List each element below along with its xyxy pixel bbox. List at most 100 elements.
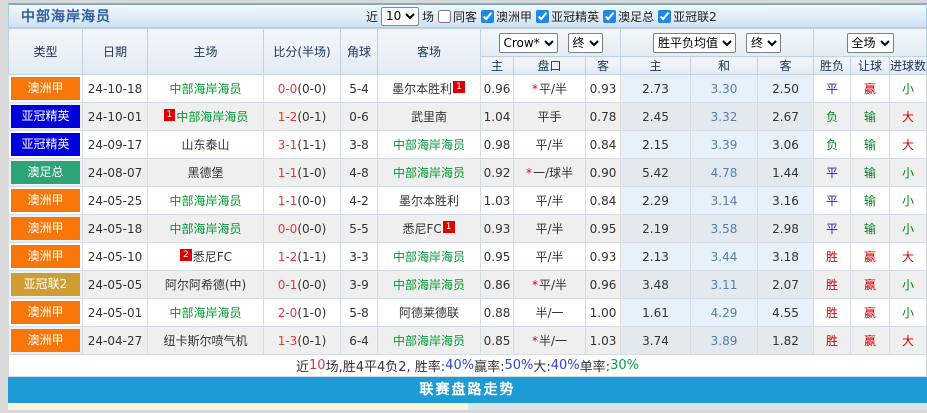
table-row: 澳洲甲24-05-25中部海岸海员1-1(0-0)4-2墨尔本胜利1.03平/半…: [9, 187, 927, 215]
away-team: 中部海岸海员: [378, 243, 481, 271]
rank-badge: 1: [164, 109, 176, 121]
league-handicap-trend-button[interactable]: 联赛盘路走势: [8, 377, 927, 403]
avg-odds-select[interactable]: 胜平负均值: [653, 33, 736, 53]
handicap-star: *: [532, 82, 538, 96]
team-name: 中部海岸海员: [393, 334, 465, 348]
ah-home-odds: 0.86: [481, 271, 514, 299]
filter-label-3: 亚冠联2: [673, 8, 717, 25]
corner-score: 4-2: [341, 187, 378, 215]
col-result: 胜负: [814, 57, 851, 75]
team-name: 中部海岸海员: [393, 166, 465, 180]
avg-final-select[interactable]: 终: [746, 33, 781, 53]
filter-checkbox-1[interactable]: [536, 10, 549, 23]
handicap-star: *: [532, 334, 538, 348]
table-row: 澳洲甲24-05-18中部海岸海员0-0(0-0)5-5悉尼FC10.93平/半…: [9, 215, 927, 243]
table-row: 澳洲甲24-05-102悉尼FC1-2(1-1)3-3中部海岸海员0.95平/半…: [9, 243, 927, 271]
eu-home-odds: 2.19: [621, 215, 691, 243]
goals-badge: 大: [890, 131, 927, 159]
eu-draw-odds: 4.78: [691, 159, 758, 187]
away-team: 中部海岸海员: [378, 159, 481, 187]
league-badge: 澳足总: [9, 159, 83, 187]
result-badge: 平: [814, 187, 851, 215]
ah-home-odds: 0.93: [481, 215, 514, 243]
match-date: 24-05-05: [83, 271, 148, 299]
team-name: 山东泰山: [181, 138, 229, 152]
summary-segment: 赢率:: [474, 356, 504, 375]
ah-away-odds: 1.00: [586, 299, 621, 327]
team-name: 中部海岸海员: [169, 194, 241, 208]
eu-draw-odds: 3.39: [691, 131, 758, 159]
match-date: 24-04-27: [83, 327, 148, 355]
filter-label-1: 亚冠精英: [551, 8, 599, 25]
rank-badge: 1: [453, 81, 465, 93]
team-name: 中部海岸海员: [169, 306, 241, 320]
match-count-select[interactable]: 10: [381, 7, 419, 26]
handicap-result-badge: 输: [851, 103, 890, 131]
result-badge: 负: [814, 103, 851, 131]
ah-handicap: *平/半: [514, 75, 586, 103]
score: 1-2(1-1): [264, 243, 341, 271]
bookmaker-final-select[interactable]: 终: [568, 33, 603, 53]
away-team: 墨尔本胜利: [378, 187, 481, 215]
eu-draw-odds: 3.89: [691, 327, 758, 355]
rank-badge: 2: [180, 249, 192, 261]
team-name: 中部海岸海员: [393, 250, 465, 264]
filter-checkbox-3[interactable]: [658, 10, 671, 23]
ah-away-odds: 0.95: [586, 215, 621, 243]
filter-controls: 近 10 场 同客 澳洲甲 亚冠精英 澳足总 亚: [366, 5, 717, 27]
ah-handicap: 半/一: [514, 299, 586, 327]
away-team: 武里南: [378, 103, 481, 131]
filter-league-2[interactable]: 澳足总: [602, 8, 654, 25]
col-ah-handicap: 盘口: [514, 57, 586, 75]
table-row: 澳洲甲24-10-18中部海岸海员0-0(0-0)5-4墨尔本胜利10.96*平…: [9, 75, 927, 103]
goals-badge: 小: [890, 299, 927, 327]
eu-home-odds: 2.15: [621, 131, 691, 159]
handicap-result-badge: 输: [851, 187, 890, 215]
handicap-result-badge: 赢: [851, 271, 890, 299]
filter-league-3[interactable]: 亚冠联2: [657, 8, 717, 25]
match-date: 24-09-17: [83, 131, 148, 159]
team-name: 中部海岸海员: [169, 222, 241, 236]
eu-away-odds: 3.06: [758, 131, 814, 159]
bookmaker-select[interactable]: Crow*: [499, 33, 558, 53]
ah-home-odds: 0.88: [481, 299, 514, 327]
ah-away-odds: 0.84: [586, 187, 621, 215]
ah-handicap: 平手: [514, 103, 586, 131]
eu-home-odds: 2.13: [621, 243, 691, 271]
euro-odds-group: 胜平负均值终: [621, 29, 814, 57]
eu-draw-odds: 3.58: [691, 215, 758, 243]
eu-home-odds: 1.61: [621, 299, 691, 327]
league-badge: 澳洲甲: [9, 215, 83, 243]
filter-checkbox-0[interactable]: [481, 10, 494, 23]
ah-away-odds: 1.03: [586, 327, 621, 355]
bottom-left-panel-edge: [8, 403, 468, 410]
score: 2-0(1-0): [264, 299, 341, 327]
team-name: 中部海岸海员: [176, 110, 248, 124]
home-team: 中部海岸海员: [148, 187, 264, 215]
ah-handicap: *平/半: [514, 271, 586, 299]
handicap-result-badge: 赢: [851, 299, 890, 327]
same-away-toggle[interactable]: 同客: [437, 8, 477, 25]
filter-label-2: 澳足总: [618, 8, 654, 25]
team-name: 纽卡斯尔喷气机: [163, 334, 247, 348]
score: 0-1(0-0): [264, 271, 341, 299]
summary-bar: 近10场,胜4平4负2, 胜率:40% 赢率:50% 大:40% 单率:30%: [8, 355, 927, 377]
same-away-label: 同客: [453, 8, 477, 25]
goals-badge: 小: [890, 75, 927, 103]
league-badge: 澳洲甲: [9, 327, 83, 355]
goals-badge: 小: [890, 271, 927, 299]
scope-select[interactable]: 全场: [847, 33, 894, 53]
filter-league-0[interactable]: 澳洲甲: [480, 8, 532, 25]
summary-segment: 40%: [445, 358, 474, 373]
asian-odds-group: Crow* 终: [481, 29, 621, 57]
ah-handicap: *一/球半: [514, 159, 586, 187]
same-away-checkbox[interactable]: [438, 10, 451, 23]
match-date: 24-05-18: [83, 215, 148, 243]
filter-checkbox-2[interactable]: [603, 10, 616, 23]
corner-score: 3-9: [341, 271, 378, 299]
team-name: 阿德莱德联: [399, 306, 459, 320]
filter-league-1[interactable]: 亚冠精英: [535, 8, 599, 25]
home-team: 2悉尼FC: [148, 243, 264, 271]
handicap-result-badge: 输: [851, 131, 890, 159]
home-team: 纽卡斯尔喷气机: [148, 327, 264, 355]
